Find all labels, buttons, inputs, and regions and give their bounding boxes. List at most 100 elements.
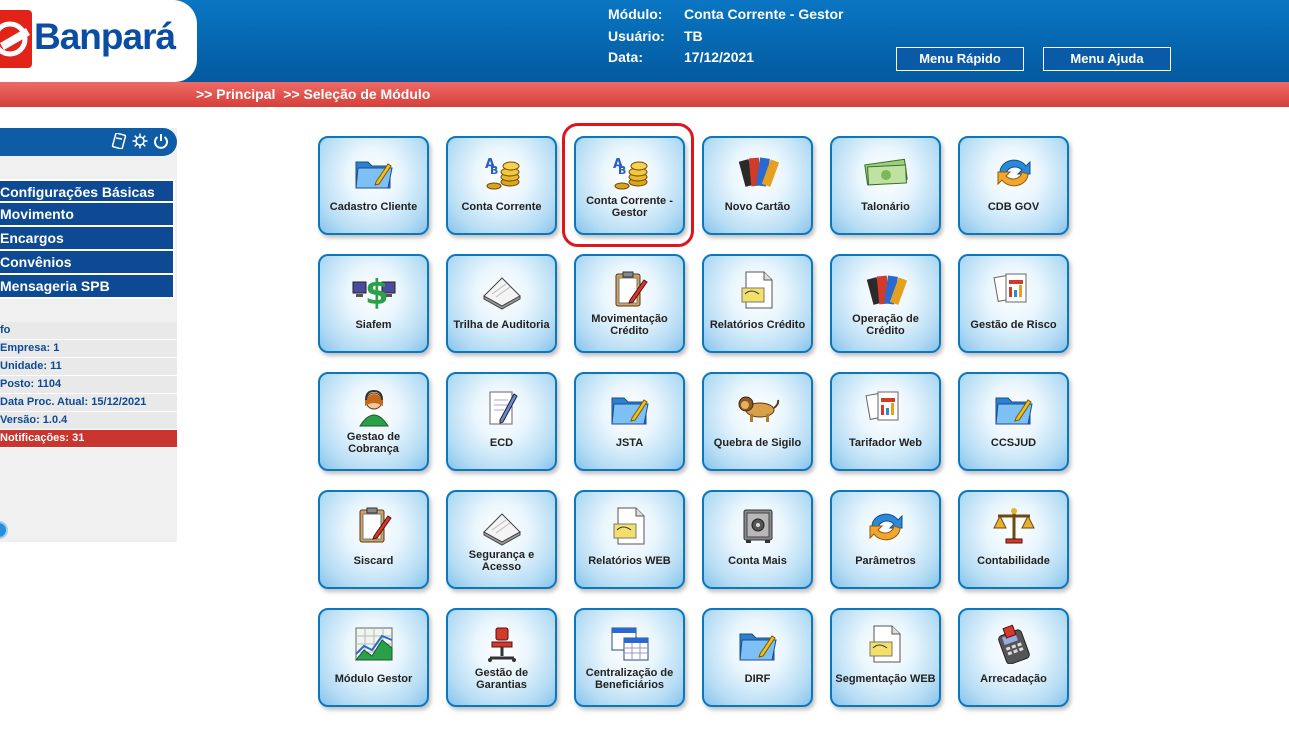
module-tile-siafem[interactable]: $ Siafem (318, 254, 429, 353)
sidebar-item-mensageria[interactable]: Mensageria SPB (0, 275, 175, 299)
menu-rapido-button[interactable]: Menu Rápido (896, 47, 1024, 71)
module-tile-ecd[interactable]: ECD (446, 372, 557, 471)
module-tile-centralizacao-de-beneficiarios[interactable]: Centralização de Beneficiários (574, 608, 685, 707)
module-label: Centralização de Beneficiários (585, 667, 674, 691)
svg-text:B: B (490, 164, 498, 177)
module-label: Siafem (355, 319, 392, 331)
module-tile-jsta[interactable]: JSTA (574, 372, 685, 471)
document-icon (608, 506, 652, 546)
module-tile-seguranca-e-acesso[interactable]: Segurança e Acesso (446, 490, 557, 589)
module-label: Relatórios WEB (588, 555, 671, 567)
module-tile-siscard[interactable]: Siscard (318, 490, 429, 589)
sidebar-toolbar (0, 128, 177, 156)
module-label: Siscard (353, 555, 394, 567)
breadcrumb-principal[interactable]: >> Principal (196, 86, 275, 102)
module-tile-dirf[interactable]: DIRF (702, 608, 813, 707)
banpara-logo-icon (0, 10, 32, 68)
calculator-icon[interactable] (111, 132, 127, 150)
gear-icon[interactable] (132, 133, 148, 149)
module-tile-operacao-de-credito[interactable]: Operação de Crédito (830, 254, 941, 353)
card-machine-icon (992, 624, 1036, 665)
header: Banpará Módulo: Conta Corrente - Gestor U… (0, 0, 1289, 82)
pen-paper-icon (480, 388, 524, 428)
modulo-label: Módulo: (608, 6, 663, 22)
module-label: Tarifador Web (849, 437, 922, 449)
module-tile-modulo-gestor[interactable]: Módulo Gestor (318, 608, 429, 707)
module-tile-ccsjud[interactable]: CCSJUD (958, 372, 1069, 471)
session-details: fo Empresa: 1 Unidade: 11 Posto: 1104 Da… (0, 322, 177, 448)
papers-icon (480, 506, 524, 546)
module-label: Novo Cartão (724, 201, 791, 213)
module-tile-cdb-gov[interactable]: CDB GOV (958, 136, 1069, 235)
document-icon (864, 624, 908, 664)
module-tile-conta-corrente[interactable]: A B Conta Corrente (446, 136, 557, 235)
module-label: JSTA (615, 437, 644, 449)
module-label: Trilha de Auditoria (453, 319, 550, 331)
chart-icon (352, 624, 396, 664)
module-label: CDB GOV (987, 201, 1040, 213)
logo: Banpará (0, 0, 197, 82)
module-label: Segmentação WEB (835, 673, 936, 685)
module-label: Parâmetros (855, 555, 916, 567)
folder-icon (352, 152, 396, 192)
module-tile-talonario[interactable]: Talonário (830, 136, 941, 235)
module-tile-trilha-de-auditoria[interactable]: Trilha de Auditoria (446, 254, 557, 353)
module-label: Talonário (861, 201, 910, 213)
session-info: Módulo: Conta Corrente - Gestor Usuário: T… (608, 4, 843, 69)
module-label: CCSJUD (990, 437, 1037, 449)
folder-icon (992, 388, 1036, 428)
clipboard-pen-icon (352, 506, 396, 546)
module-tile-gestao-de-risco[interactable]: Gestão de Risco (958, 254, 1069, 353)
module-tile-gestao-de-garantias[interactable]: Gestão de Garantias (446, 608, 557, 707)
module-tile-conta-mais[interactable]: Conta Mais (702, 490, 813, 589)
module-label: Conta Mais (728, 555, 787, 567)
operator-icon (352, 388, 396, 428)
module-tile-movimentacao-credito[interactable]: Movimentação Crédito (574, 254, 685, 353)
module-label: Gestão de Risco (970, 319, 1057, 331)
module-tile-parametros[interactable]: Parâmetros (830, 490, 941, 589)
sidebar-item-encargos[interactable]: Encargos (0, 227, 175, 251)
info-empresa: Empresa: 1 (0, 340, 177, 358)
chair-icon (480, 624, 524, 664)
safe-icon (736, 506, 780, 546)
module-tile-cadastro-cliente[interactable]: Cadastro Cliente (318, 136, 429, 235)
module-label: Segurança e Acesso (468, 549, 535, 573)
brand-name: Banpará (34, 16, 176, 57)
module-tile-gestao-de-cobranca[interactable]: Gestao de Cobrança (318, 372, 429, 471)
module-label: Contabilidade (977, 555, 1050, 567)
breadcrumb-bar: >> Principal >> Seleção de Módulo (0, 82, 1289, 107)
module-tile-contabilidade[interactable]: Contabilidade (958, 490, 1069, 589)
sidebar-item-configuracoes[interactable]: Configurações Básicas (0, 179, 175, 203)
menu-ajuda-button[interactable]: Menu Ajuda (1043, 47, 1171, 71)
data-label: Data: (608, 49, 644, 65)
module-tile-tarifador-web[interactable]: Tarifador Web (830, 372, 941, 471)
info-data-proc: Data Proc. Atual: 15/12/2021 (0, 394, 177, 412)
lion-icon (736, 388, 780, 428)
sidebar-item-movimento[interactable]: Movimento (0, 203, 175, 227)
svg-text:$: $ (365, 273, 389, 310)
module-tile-quebra-de-sigilo[interactable]: Quebra de Sigilo (702, 372, 813, 471)
sidebar-menu: Configurações Básicas Movimento Encargos… (0, 179, 175, 299)
info-posto: Posto: 1104 (0, 376, 177, 394)
clipboard-pen-icon (608, 270, 652, 310)
reports-icon (992, 270, 1036, 310)
money-icon (863, 152, 908, 192)
cards-icon (864, 270, 908, 310)
info-title: fo (0, 322, 177, 340)
power-icon[interactable] (153, 133, 169, 149)
module-tile-relatorios-web[interactable]: Relatórios WEB (574, 490, 685, 589)
module-tile-arrecadacao[interactable]: Arrecadação (958, 608, 1069, 707)
info-notificacoes[interactable]: Notificações: 31 (0, 430, 177, 448)
sidebar-item-convenios[interactable]: Convênios (0, 251, 175, 275)
module-tile-segmentacao-web[interactable]: Segmentação WEB (830, 608, 941, 707)
module-label: Gestão de Garantias (474, 667, 529, 691)
module-label: Movimentação Crédito (591, 313, 668, 337)
info-versao: Versão: 1.0.4 (0, 412, 177, 430)
module-tile-novo-cartao[interactable]: Novo Cartão (702, 136, 813, 235)
usuario-label: Usuário: (608, 27, 665, 44)
sync-icon (864, 506, 908, 546)
module-tile-relatorios-credito[interactable]: Relatórios Crédito (702, 254, 813, 353)
breadcrumb-selecao-modulo: >> Seleção de Módulo (283, 86, 431, 102)
module-label: Cadastro Cliente (329, 201, 418, 213)
module-label: Módulo Gestor (334, 673, 413, 685)
